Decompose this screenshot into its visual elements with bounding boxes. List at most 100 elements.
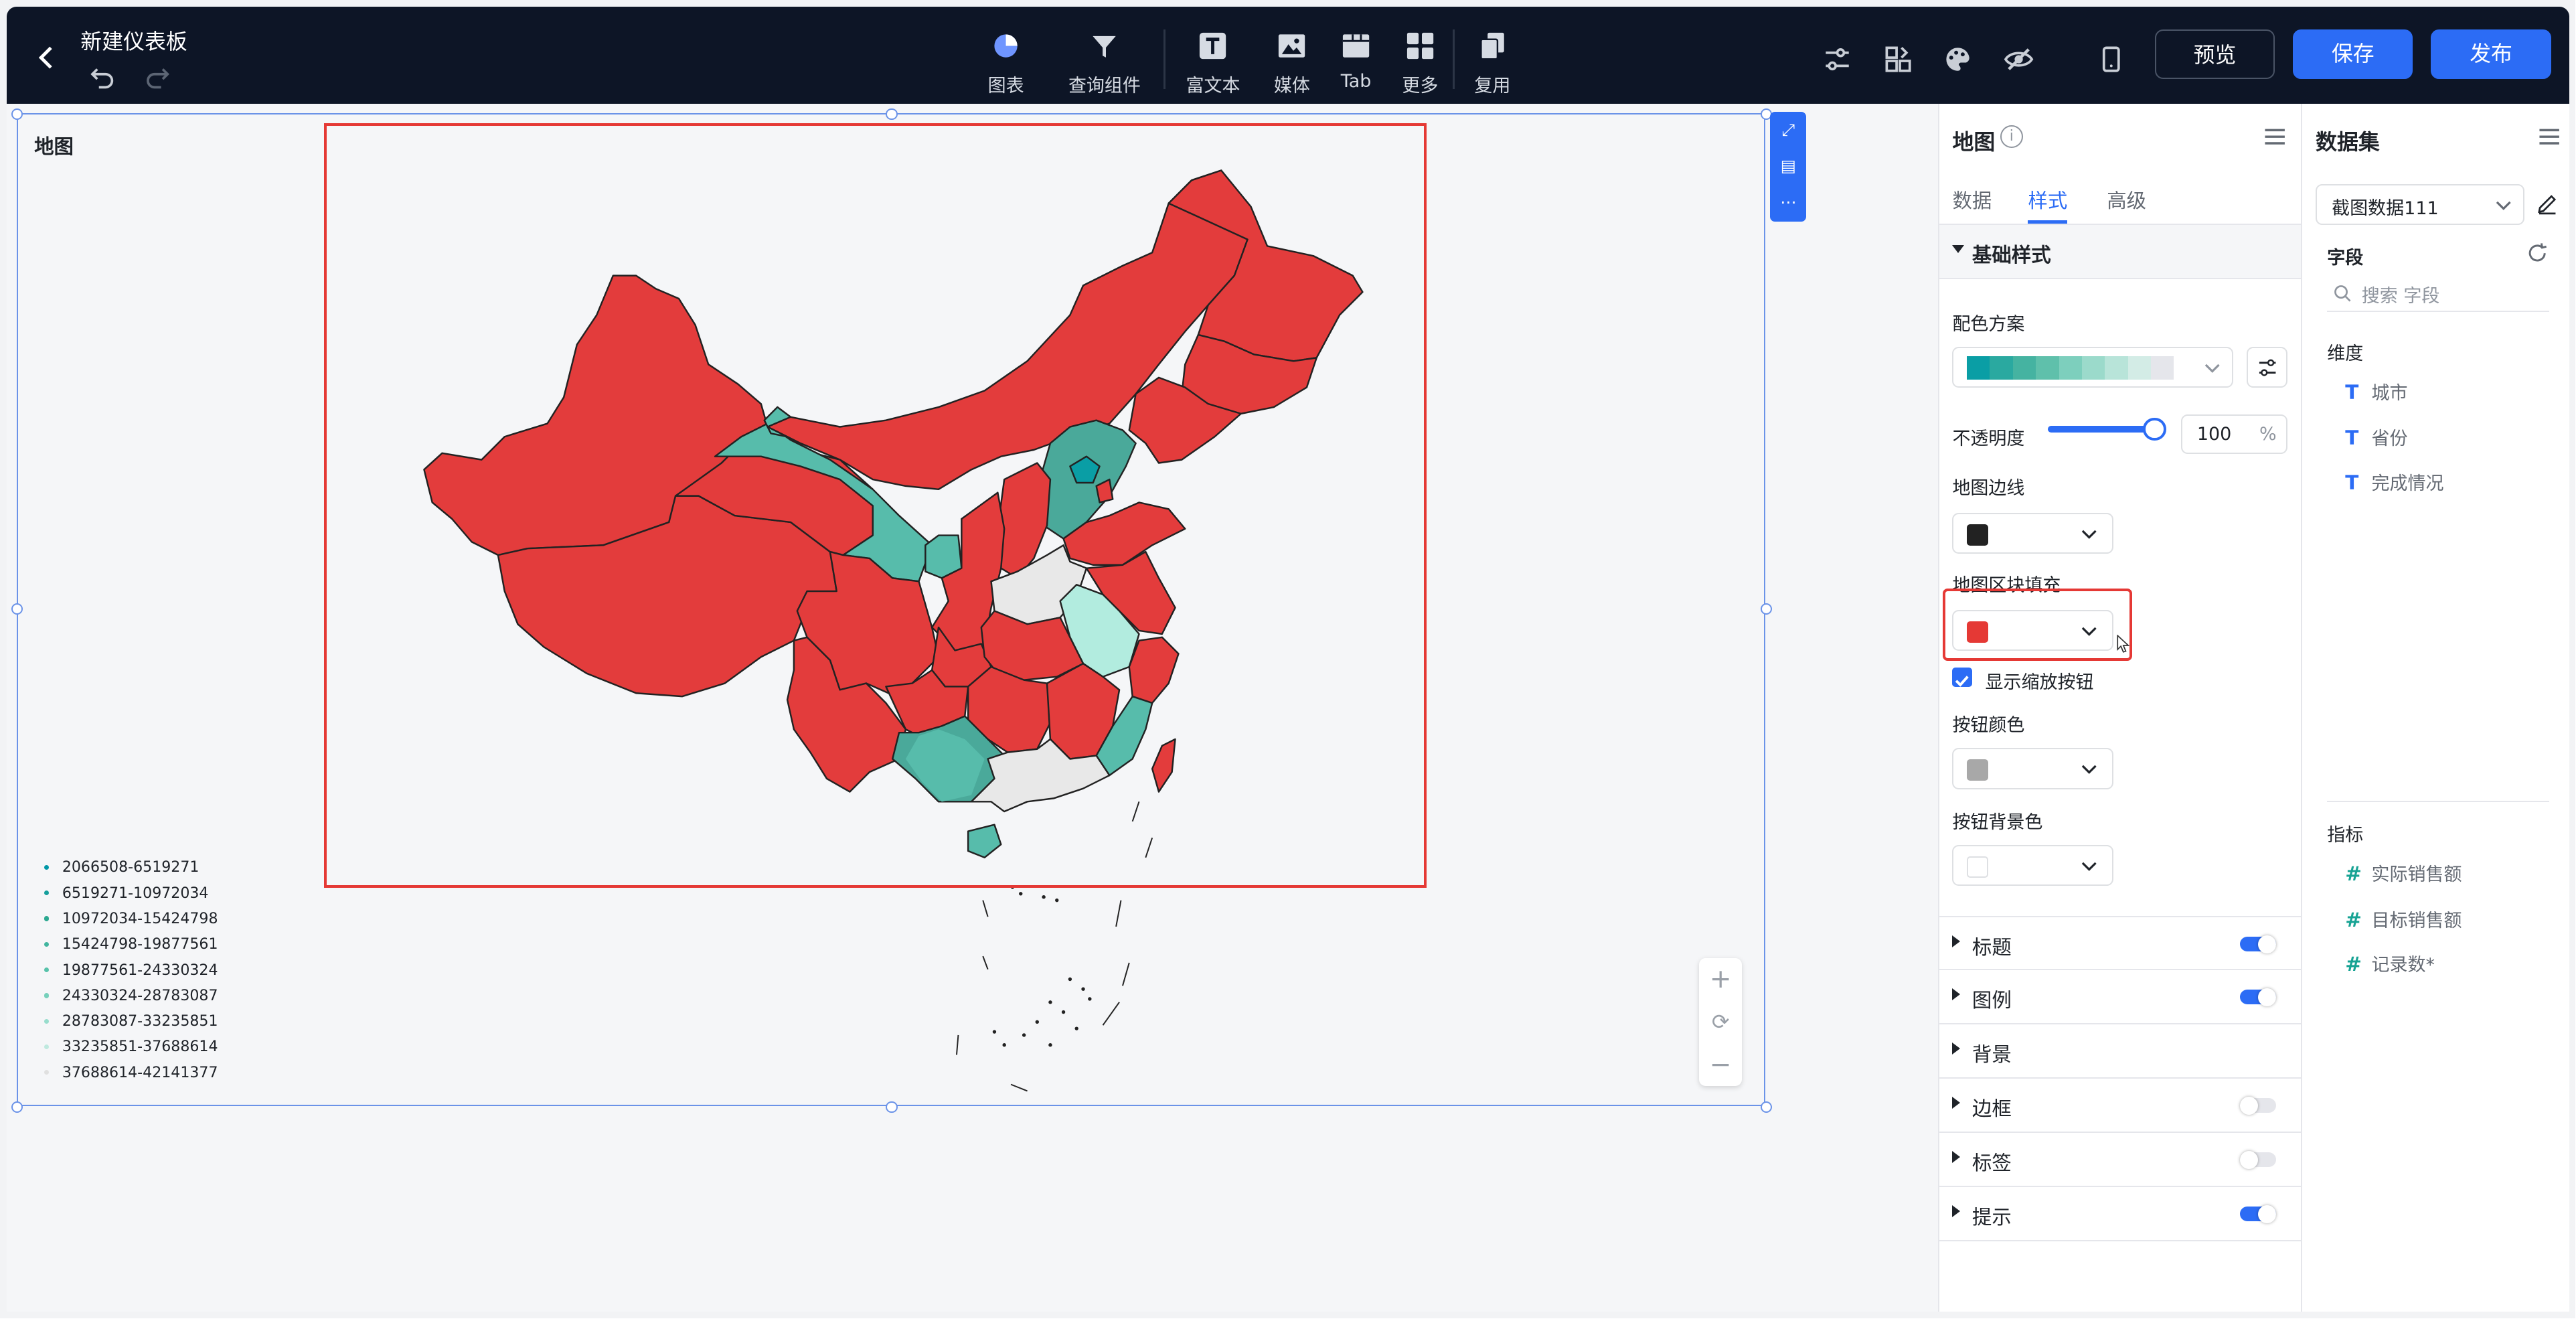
map-island-line xyxy=(955,1035,959,1055)
legend-item[interactable]: 37688614-42141377 xyxy=(44,1060,218,1085)
metrics-label: 指标 xyxy=(2327,825,2364,846)
dashboard-title[interactable]: 新建仪表板 xyxy=(80,25,187,56)
section-title[interactable]: 标题 xyxy=(1939,915,2303,970)
legend-toggle[interactable] xyxy=(2240,988,2277,1006)
settings-sliders-icon[interactable] xyxy=(1821,43,1854,76)
section-border[interactable]: 边框 xyxy=(1939,1078,2303,1133)
dataset-select[interactable]: 截图数据111 xyxy=(2316,183,2524,226)
map-island-line xyxy=(981,956,989,970)
chevron-down-icon xyxy=(2081,530,2097,539)
panel-title: 地图 xyxy=(1952,129,1996,155)
more-icon[interactable]: ⋯ xyxy=(1770,184,1806,220)
toolbar-query-button[interactable]: 查询组件 xyxy=(1058,19,1150,98)
search-placeholder: 搜索 字段 xyxy=(2361,285,2440,307)
dataset-panel-title: 数据集 xyxy=(2316,129,2380,155)
border-toggle[interactable] xyxy=(2240,1096,2277,1115)
dashboard-canvas: 地图 2066508-6519271 6519271-10972034 1097… xyxy=(6,103,1938,1312)
save-button[interactable]: 保存 xyxy=(2293,29,2413,79)
resize-handle[interactable] xyxy=(886,108,898,121)
scheme-settings-button[interactable] xyxy=(2246,347,2288,388)
tab-advanced[interactable]: 高级 xyxy=(2107,185,2146,214)
field-name: 实际销售额 xyxy=(2371,864,2462,886)
color-scheme-select[interactable] xyxy=(1952,347,2234,388)
redo-icon[interactable] xyxy=(145,64,171,90)
hide-eye-icon[interactable] xyxy=(2002,43,2035,76)
tab-style[interactable]: 样式 xyxy=(2028,185,2067,214)
section-label: 背景 xyxy=(1971,1042,2012,1066)
button-color-select[interactable] xyxy=(1952,748,2114,789)
legend-item[interactable]: 6519271-10972034 xyxy=(44,880,218,906)
button-bg-label: 按钮背景色 xyxy=(1952,811,2043,833)
zoom-out-button[interactable]: − xyxy=(1699,1044,1742,1087)
dimensions-label: 维度 xyxy=(2327,343,2364,364)
expand-triangle-icon xyxy=(1952,988,1961,1000)
info-icon[interactable]: i xyxy=(2000,125,2023,148)
resize-handle[interactable] xyxy=(1760,603,1772,615)
labels-toggle[interactable] xyxy=(2240,1150,2277,1169)
section-tooltip[interactable]: 提示 xyxy=(1939,1186,2303,1241)
legend-item[interactable]: 24330324-28783087 xyxy=(44,983,218,1008)
toolbar-label: 富文本 xyxy=(1186,75,1240,96)
zoom-reset-button[interactable]: ⟳ xyxy=(1699,1001,1742,1044)
field-search-input[interactable]: 搜索 字段 xyxy=(2327,273,2549,313)
legend-item[interactable]: 10972034-15424798 xyxy=(44,906,218,931)
preview-button[interactable]: 预览 xyxy=(2154,29,2275,79)
opacity-input[interactable]: 100 % xyxy=(2180,414,2288,454)
zoom-in-button[interactable]: + xyxy=(1699,958,1742,1001)
resize-handle[interactable] xyxy=(886,1101,898,1113)
legend-item[interactable]: 33235851-37688614 xyxy=(44,1034,218,1059)
tab-data[interactable]: 数据 xyxy=(1952,185,1992,214)
edit-pencil-icon[interactable] xyxy=(2536,192,2559,215)
tooltip-toggle[interactable] xyxy=(2240,1205,2277,1223)
number-type-icon: # xyxy=(2345,908,2362,931)
toolbar-reuse-button[interactable]: 复用 xyxy=(1447,19,1538,98)
search-icon xyxy=(2334,285,2351,302)
undo-icon[interactable] xyxy=(89,64,115,90)
expand-icon[interactable]: ⤢ xyxy=(1770,112,1806,148)
dimension-field[interactable]: T 城市 xyxy=(2345,378,2407,404)
section-legend[interactable]: 图例 xyxy=(1939,969,2303,1024)
field-name: 省份 xyxy=(2371,429,2408,450)
map-island-dot xyxy=(1074,1026,1078,1031)
toolbar-chart-button[interactable]: 图表 xyxy=(960,19,1052,98)
legend-label: 15424798-19877561 xyxy=(62,935,218,953)
resize-handle[interactable] xyxy=(11,1101,23,1113)
section-label-settings[interactable]: 标签 xyxy=(1939,1132,2303,1187)
theme-palette-icon[interactable] xyxy=(1941,43,1974,76)
legend-dot xyxy=(44,864,50,870)
text-type-icon: T xyxy=(2345,471,2359,494)
layout-icon[interactable] xyxy=(1882,43,1915,76)
legend-item[interactable]: 19877561-24330324 xyxy=(44,957,218,982)
title-toggle[interactable] xyxy=(2240,935,2277,953)
menu-icon[interactable] xyxy=(2538,125,2561,148)
map-island-dot xyxy=(1035,1020,1039,1024)
border-color-select[interactable] xyxy=(1952,513,2114,554)
refresh-icon[interactable] xyxy=(2526,242,2549,264)
back-arrow-icon[interactable] xyxy=(33,43,62,72)
section-label: 提示 xyxy=(1971,1205,2012,1229)
expand-triangle-icon xyxy=(1952,1096,1961,1109)
section-basic-style[interactable]: 基础样式 xyxy=(1939,225,2303,280)
legend-item[interactable]: 2066508-6519271 xyxy=(44,854,218,880)
dimension-field[interactable]: T 完成情况 xyxy=(2345,469,2443,495)
publish-button[interactable]: 发布 xyxy=(2431,29,2551,79)
button-bg-color-select[interactable] xyxy=(1952,845,2114,886)
opacity-slider-handle[interactable] xyxy=(2143,417,2166,441)
dimension-field[interactable]: T 省份 xyxy=(2345,424,2407,450)
mobile-icon[interactable] xyxy=(2094,43,2127,76)
opacity-slider-track[interactable] xyxy=(2047,425,2153,433)
color-swatch xyxy=(1967,759,1988,781)
legend-item[interactable]: 15424798-19877561 xyxy=(44,931,218,957)
resize-handle[interactable] xyxy=(1760,1101,1772,1113)
metric-field[interactable]: # 实际销售额 xyxy=(2345,860,2462,886)
legend-item[interactable]: 28783087-33235851 xyxy=(44,1008,218,1034)
map-island-dot xyxy=(1041,895,1046,899)
menu-icon[interactable] xyxy=(2263,125,2286,148)
detail-icon[interactable]: ▤ xyxy=(1770,148,1806,184)
active-tab-indicator xyxy=(2028,220,2068,224)
show-zoom-checkbox[interactable] xyxy=(1952,667,1972,688)
map-island-dot xyxy=(1061,1010,1065,1014)
metric-field[interactable]: # 目标销售额 xyxy=(2345,906,2462,932)
metric-field[interactable]: # 记录数* xyxy=(2345,950,2435,976)
section-background[interactable]: 背景 xyxy=(1939,1024,2303,1079)
